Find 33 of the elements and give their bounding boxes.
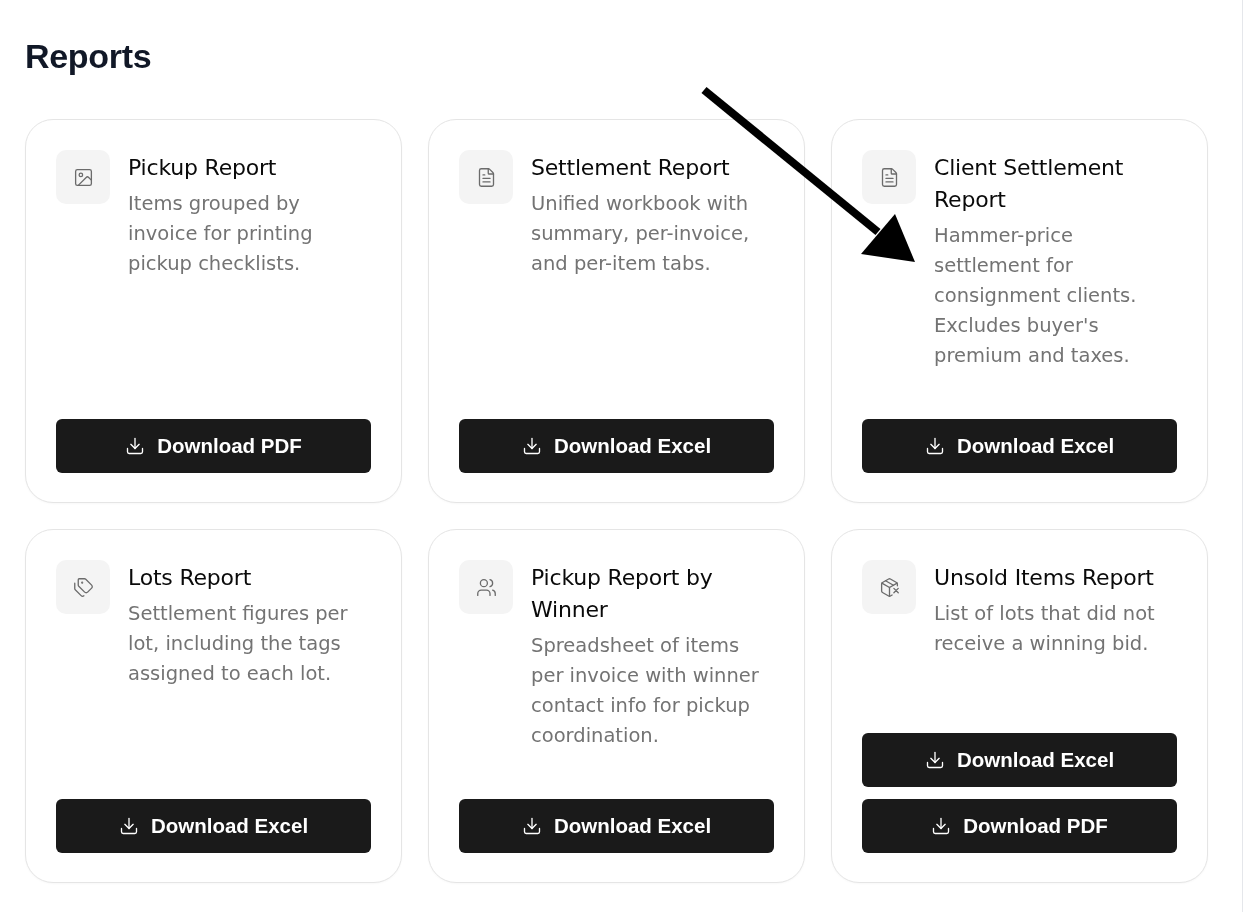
download-button[interactable]: Download Excel	[56, 799, 371, 853]
download-icon	[924, 750, 945, 770]
tags-icon	[56, 560, 110, 614]
document-icon	[459, 150, 513, 204]
report-description: Hammer-price settlement for consignment clients. Excludes buyer's premium and taxes.	[934, 223, 1138, 369]
report-description: List of lots that did not receive a winning bid.	[934, 601, 1156, 657]
download-icon	[521, 816, 542, 836]
report-description: Items grouped by invoice for printing pickup checklists.	[128, 191, 314, 277]
report-description: Unified workbook with summary, per-invoice, and per-item tabs.	[531, 191, 751, 277]
document-icon	[862, 150, 916, 204]
download-button[interactable]: Download Excel	[459, 799, 774, 853]
page-title: Reports	[25, 36, 152, 76]
image-icon	[56, 150, 110, 204]
download-icon	[118, 816, 139, 836]
download-icon	[125, 436, 146, 456]
report-description: Settlement figures per lot, including the tags assigned to each lot.	[128, 601, 349, 687]
report-title: Lots Report	[128, 564, 253, 592]
report-title: Pickup Report	[128, 154, 278, 182]
download-button[interactable]: Download Excel	[862, 419, 1177, 473]
download-button[interactable]: Download PDF	[56, 419, 371, 473]
download-icon	[521, 436, 542, 456]
download-button[interactable]: Download Excel	[459, 419, 774, 473]
report-title: Client Settlement Report	[934, 154, 1125, 214]
download-icon	[931, 816, 952, 836]
users-icon	[459, 560, 513, 614]
report-title: Pickup Report by Winner	[531, 564, 714, 624]
report-description: Spreadsheet of items per invoice with winner contact info for pickup coordination.	[531, 633, 760, 749]
download-button[interactable]: Download Excel	[862, 733, 1177, 787]
report-title: Settlement Report	[531, 154, 731, 182]
box-x-icon	[862, 560, 916, 614]
report-title: Unsold Items Report	[934, 564, 1155, 592]
download-icon	[924, 436, 945, 456]
download-button[interactable]: Download PDF	[862, 799, 1177, 853]
